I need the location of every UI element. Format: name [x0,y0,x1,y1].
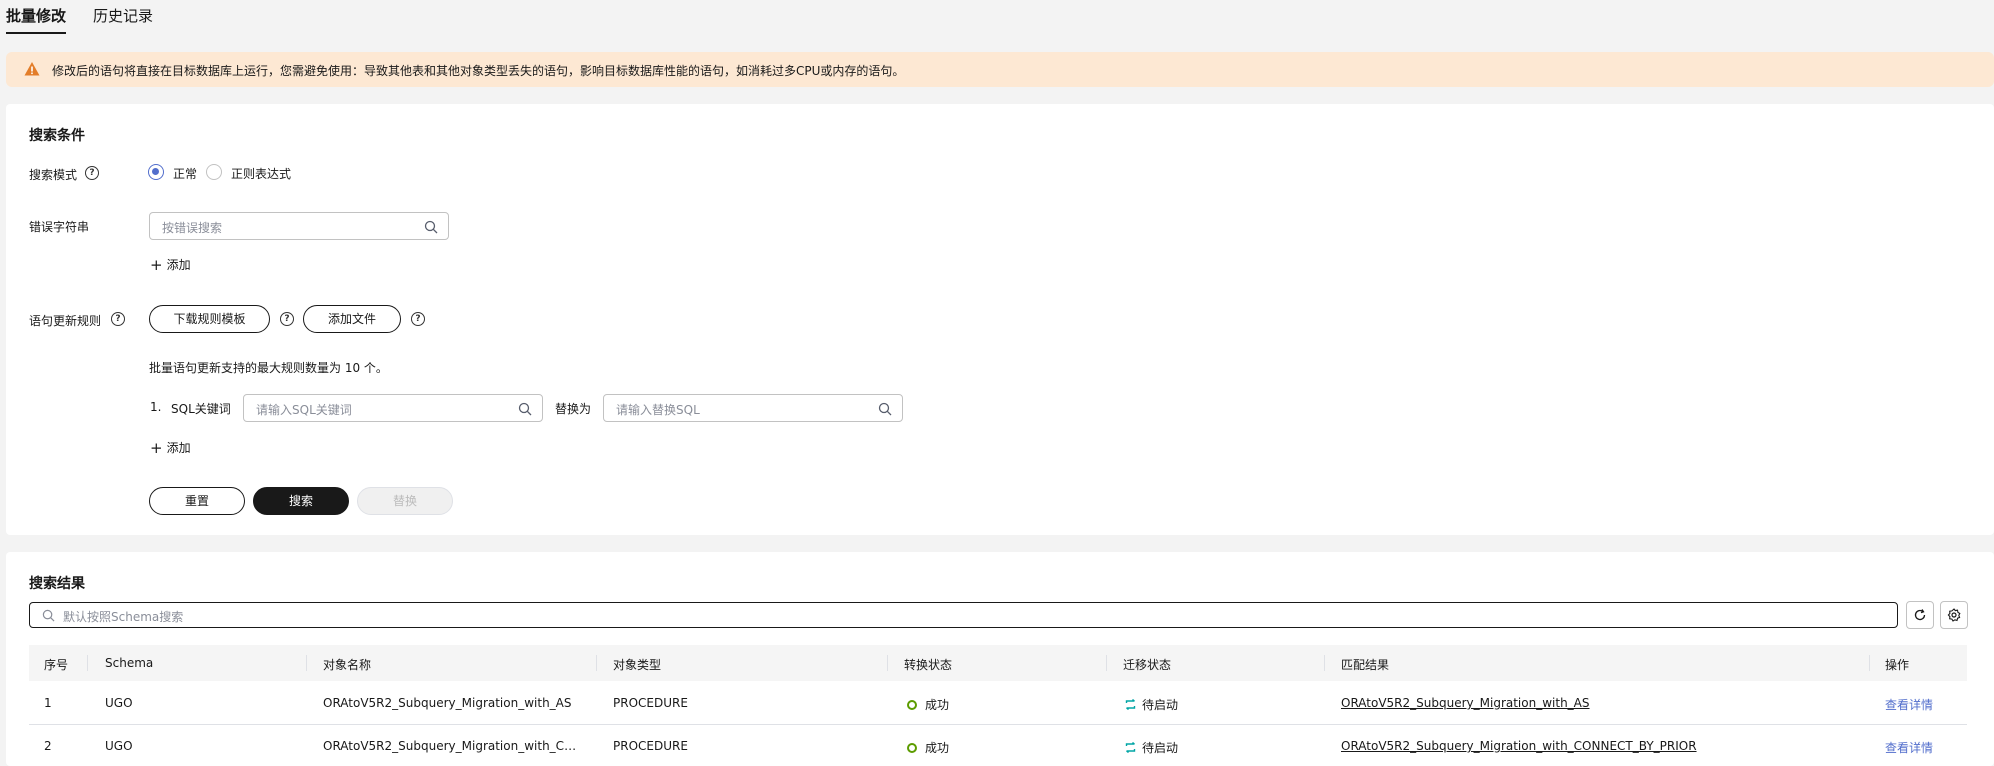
column-header: 匹配结果 [1341,658,1390,672]
cell-object-type: PROCEDURE [613,739,688,753]
radio-regex[interactable] [206,164,222,180]
rule-index: 1. [150,400,162,414]
search-button[interactable]: 搜索 [253,487,349,515]
search-icon [424,220,438,234]
view-details-link[interactable]: 查看详情 [1885,739,1933,756]
tab-bar: 批量修改 历史记录 [0,0,1994,37]
success-icon [907,700,917,710]
add-error-string-button[interactable]: + 添加 [150,256,191,274]
column-header: 对象名称 [323,658,372,672]
error-search-input[interactable]: 按错误搜索 [149,212,449,240]
search-icon [42,609,55,622]
search-icon [518,402,532,416]
column-header: 序号 [44,658,69,672]
help-icon[interactable]: ? [111,312,125,326]
search-conditions-title: 搜索条件 [29,128,85,144]
error-search-placeholder: 按错误搜索 [162,221,223,235]
warning-notice: 修改后的语句将直接在目标数据库上运行，您需避免使用：导致其他表和其他对象类型丢失… [6,52,1994,87]
reset-button[interactable]: 重置 [149,487,245,515]
column-header: 操作 [1885,658,1910,672]
cell-schema: UGO [105,739,133,753]
cell-match-result[interactable]: ORAtoV5R2_Subquery_Migration_with_AS [1341,696,1590,710]
column-divider [887,655,888,671]
column-divider [1106,655,1107,671]
tab-history[interactable]: 历史记录 [93,6,153,34]
pending-icon [1125,742,1136,753]
radio-normal[interactable] [148,164,164,180]
column-divider [306,655,307,671]
cell-convert-status: 成功 [907,696,949,713]
cell-index: 2 [44,739,52,753]
success-icon [907,743,917,753]
cell-match-result[interactable]: ORAtoV5R2_Subquery_Migration_with_CONNEC… [1341,739,1697,753]
sql-keyword-placeholder: 请输入SQL关键词 [256,403,352,417]
add-rule-button[interactable]: + 添加 [150,439,191,457]
refresh-icon [1914,609,1926,621]
column-header: 对象类型 [613,658,662,672]
column-divider [596,655,597,671]
radio-normal-label[interactable]: 正常 [173,165,197,182]
pending-icon [1125,699,1136,710]
replace-button[interactable]: 替换 [357,487,453,515]
help-icon[interactable]: ? [85,166,99,180]
column-header: 迁移状态 [1123,658,1172,672]
error-string-label: 错误字符串 [29,220,90,234]
help-icon[interactable]: ? [411,312,425,326]
cell-migrate-status: 待启动 [1125,696,1178,713]
replace-with-label: 替换为 [555,402,592,416]
cell-object-name: ORAtoV5R2_Subquery_Migration_with_CON... [323,739,585,753]
replace-sql-placeholder: 请输入替换SQL [616,403,700,417]
table-row: 2 UGO ORAtoV5R2_Subquery_Migration_with_… [29,725,1967,766]
cell-convert-status: 成功 [907,739,949,756]
max-rules-text: 批量语句更新支持的最大规则数量为 10 个。 [149,361,388,375]
column-header: 转换状态 [904,658,953,672]
add-file-button[interactable]: 添加文件 [303,305,401,333]
table-row: 1 UGO ORAtoV5R2_Subquery_Migration_with_… [29,682,1967,725]
schema-search-placeholder: 默认按照Schema搜索 [63,610,184,624]
cell-schema: UGO [105,696,133,710]
column-divider [1869,655,1870,671]
gear-icon [1947,608,1961,622]
schema-search-input[interactable]: 默认按照Schema搜索 [29,602,1898,628]
refresh-button[interactable] [1906,601,1934,629]
help-icon[interactable]: ? [280,312,294,326]
download-template-button[interactable]: 下载规则模板 [149,305,270,333]
sql-keyword-input[interactable]: 请输入SQL关键词 [243,394,543,422]
tab-batch-modify[interactable]: 批量修改 [6,6,67,34]
column-header: Schema [105,656,154,670]
warning-icon [24,62,40,76]
sql-keyword-label: SQL关键词 [171,402,231,416]
search-icon [878,402,892,416]
cell-object-type: PROCEDURE [613,696,688,710]
cell-index: 1 [44,696,52,710]
notice-text: 修改后的语句将直接在目标数据库上运行，您需避免使用：导致其他表和其他对象类型丢失… [52,64,905,78]
search-results-title: 搜索结果 [29,576,85,592]
plus-icon: + [150,439,163,457]
rule-label: 语句更新规则 [29,314,102,328]
search-mode-label: 搜索模式 [29,168,78,182]
replace-sql-input[interactable]: 请输入替换SQL [603,394,903,422]
radio-regex-label[interactable]: 正则表达式 [231,165,291,182]
settings-button[interactable] [1940,601,1968,629]
column-divider [1324,655,1325,671]
cell-migrate-status: 待启动 [1125,739,1178,756]
column-divider [87,655,88,671]
table-header: 序号 Schema 对象名称 对象类型 转换状态 迁移状态 匹配结果 操作 [29,645,1967,681]
view-details-link[interactable]: 查看详情 [1885,696,1933,713]
cell-object-name: ORAtoV5R2_Subquery_Migration_with_AS [323,696,572,710]
plus-icon: + [150,256,163,274]
